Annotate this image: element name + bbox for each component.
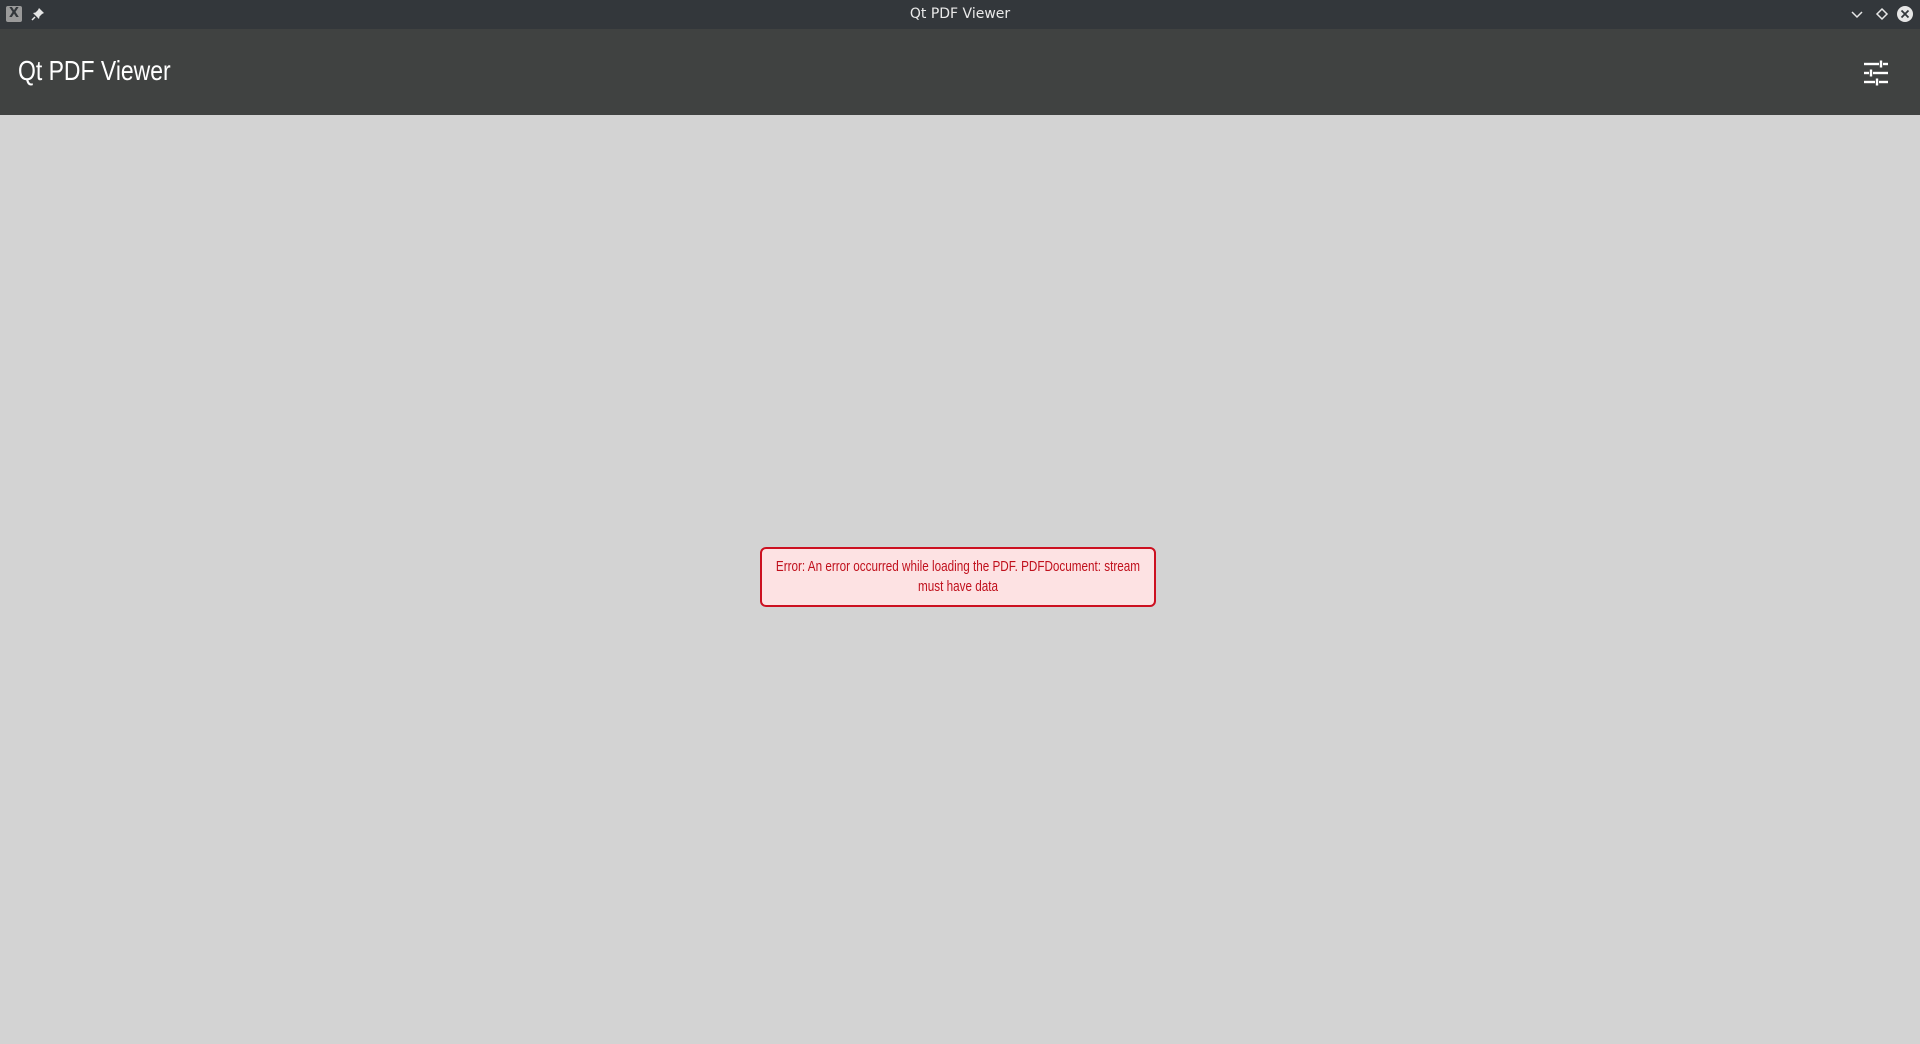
error-message-text: Error: An error occurred while loading t… — [775, 558, 1141, 595]
error-message-box: Error: An error occurred while loading t… — [760, 547, 1156, 607]
window-title: Qt PDF Viewer — [909, 6, 1011, 22]
window-titlebar[interactable]: X Qt PDF Viewer — [0, 0, 1920, 29]
document-view[interactable]: Error: An error occurred while loading t… — [0, 115, 1920, 1044]
chevron-down-icon[interactable] — [1848, 5, 1866, 23]
diamond-icon[interactable] — [1873, 5, 1891, 23]
page-title: Qt PDF Viewer — [18, 55, 171, 86]
sliders-icon[interactable] — [1862, 59, 1890, 87]
app-header: Qt PDF Viewer — [0, 29, 1920, 115]
close-icon[interactable] — [1896, 5, 1914, 23]
